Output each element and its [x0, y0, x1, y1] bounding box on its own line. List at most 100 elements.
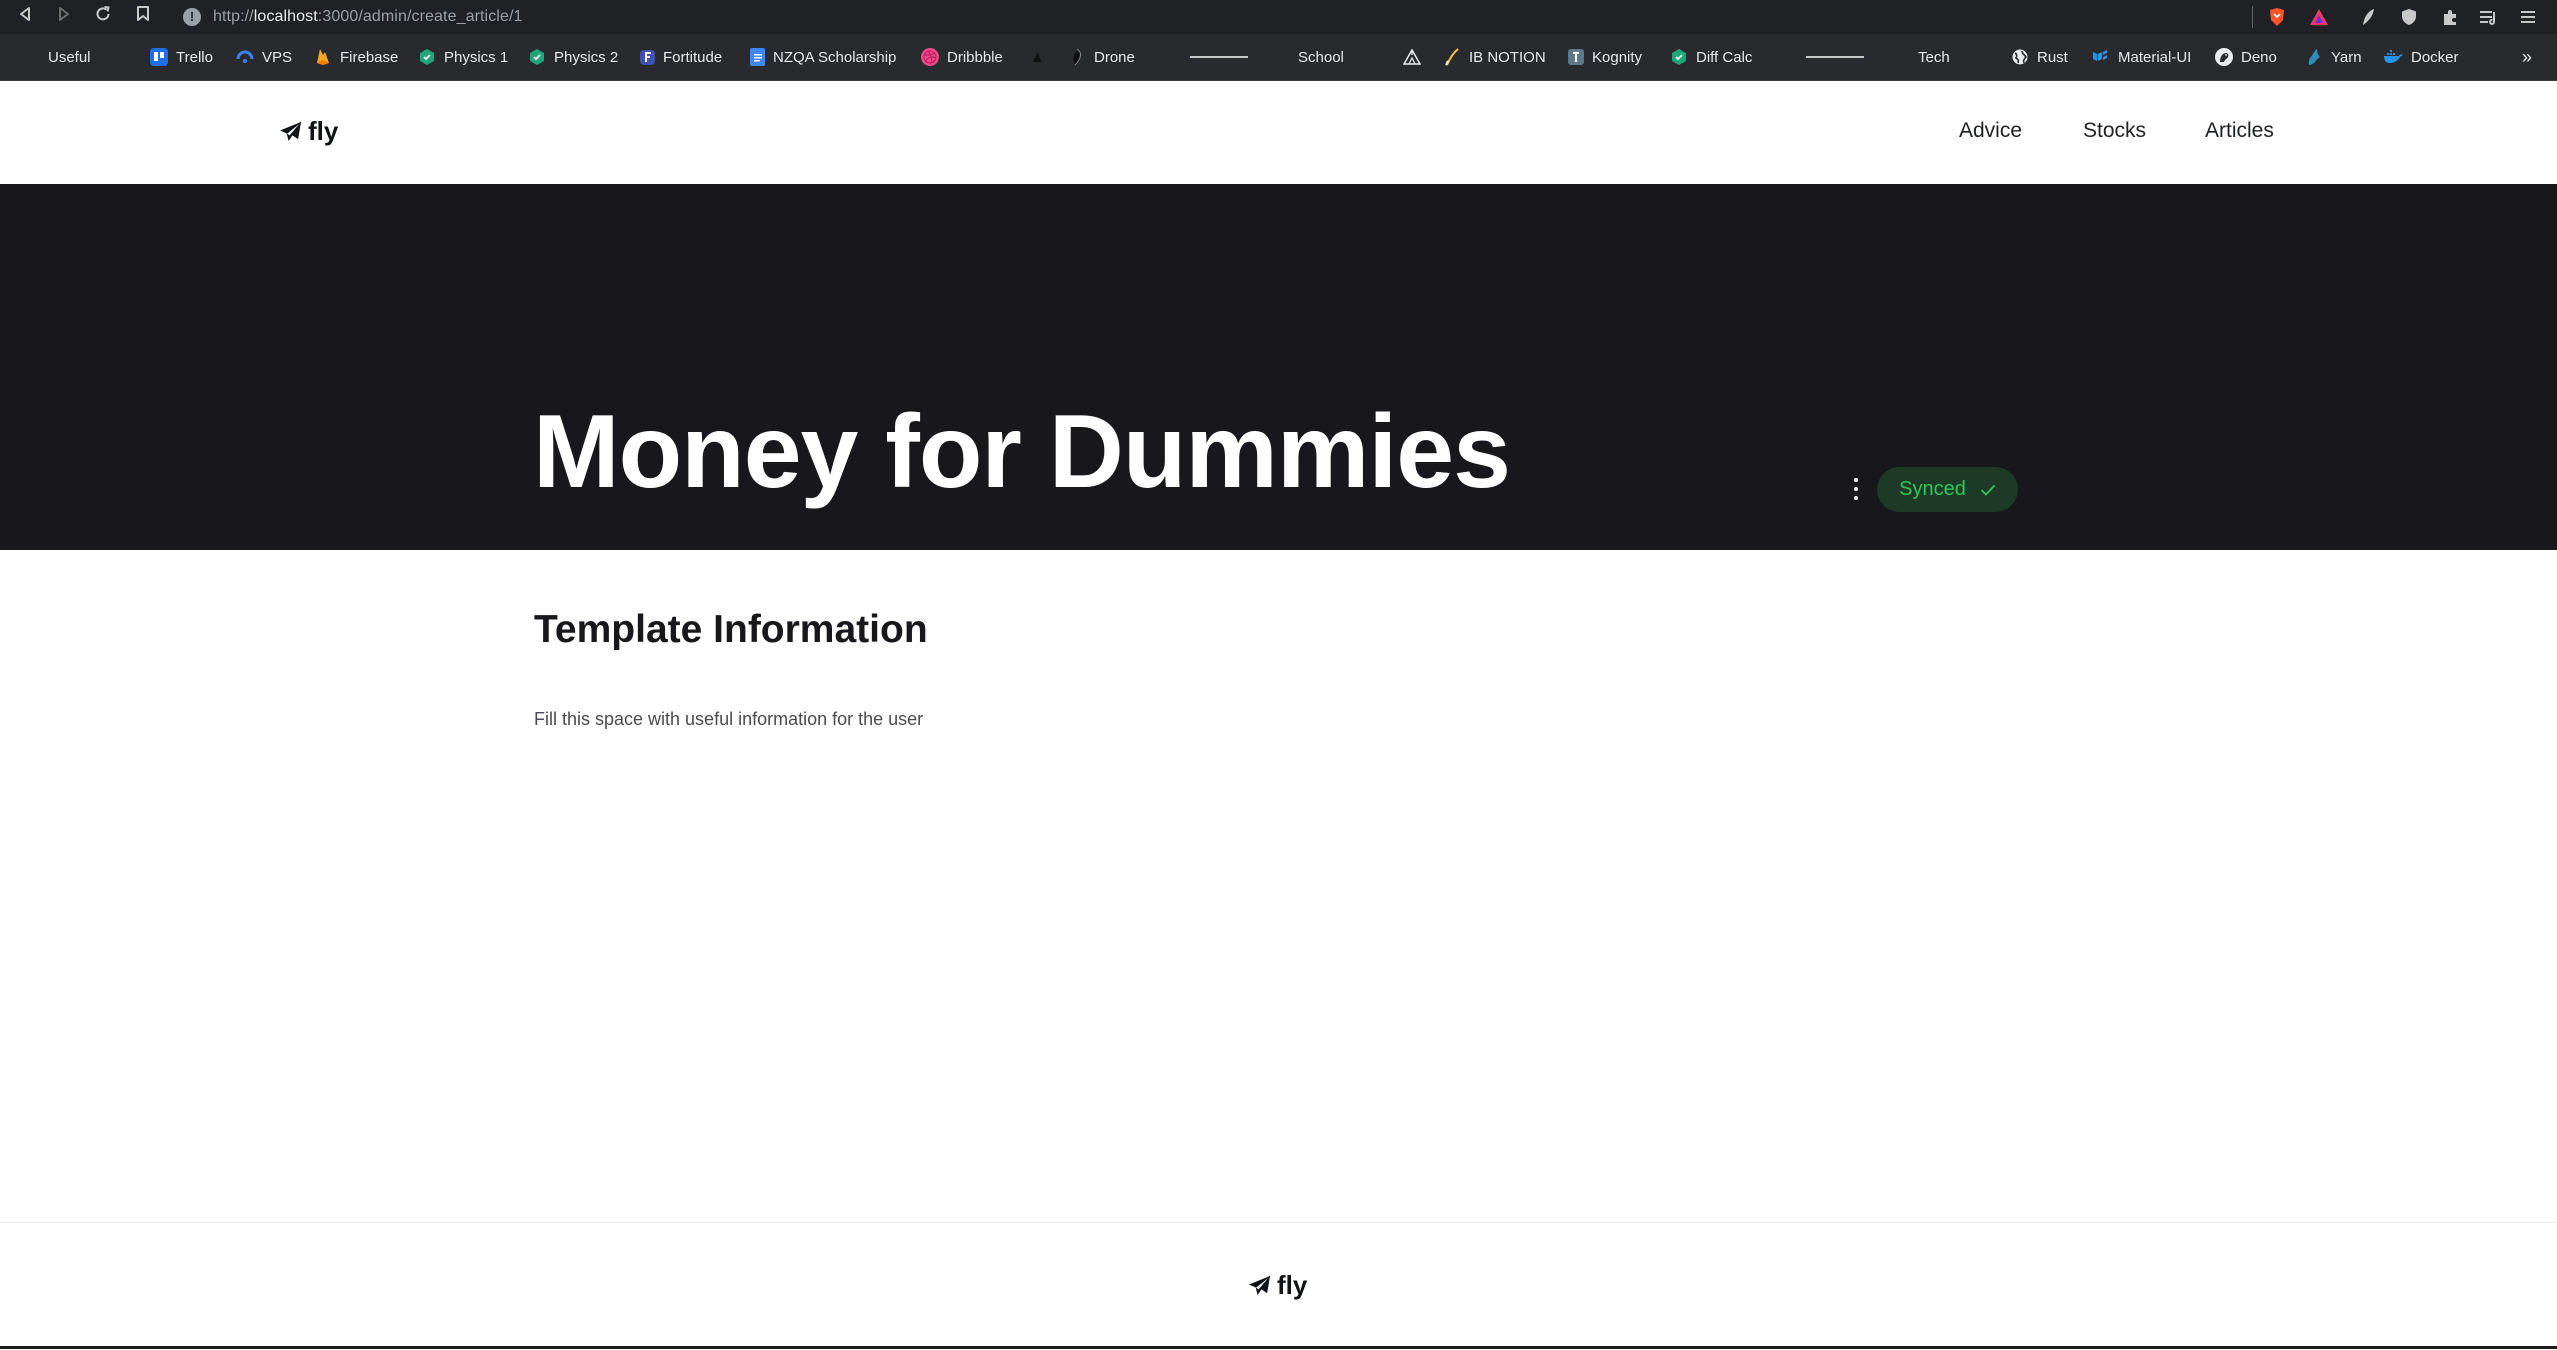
section-title: Template Information: [534, 608, 928, 651]
dribbble-icon: [921, 48, 939, 66]
back-button[interactable]: [13, 5, 37, 29]
material-ui-icon: [2092, 48, 2110, 66]
forward-arrow-icon: [59, 7, 69, 21]
nav-link-articles[interactable]: Articles: [2205, 119, 2274, 143]
logo-text: fly: [308, 116, 339, 146]
forward-button[interactable]: [52, 5, 76, 29]
bookmark-label: Material-UI: [2118, 48, 2192, 66]
bookmark-icon: [137, 6, 149, 21]
bookmark-label: Fortitude: [663, 48, 723, 66]
bookmark-deno[interactable]: Deno: [2215, 34, 2277, 80]
bookmark-nzqa-scholarship[interactable]: NZQA Scholarship: [750, 34, 896, 80]
bookmark-drone[interactable]: Drone: [1068, 34, 1135, 80]
bookmark-physics-2[interactable]: Physics 2: [528, 34, 618, 80]
url-host: localhost: [253, 8, 318, 25]
bookmark-folder-tech[interactable]: Tech: [1918, 34, 1950, 80]
bookmark-label: Physics 2: [554, 48, 619, 66]
brave-rewards-icon[interactable]: [2309, 7, 2329, 27]
firebase-icon: [314, 48, 332, 66]
trello-icon: [150, 48, 168, 66]
paper-plane-icon: [1249, 1275, 1271, 1296]
browser-toolbar: ! http://localhost:3000/admin/create_art…: [0, 0, 2557, 34]
url-prefix: http://: [213, 8, 254, 25]
bookmark-fortitude[interactable]: Fortitude: [640, 34, 722, 80]
site-header: [0, 81, 2557, 184]
bookmark-label: VPS: [262, 48, 293, 66]
bookmark-label: School: [1298, 48, 1344, 66]
vps-icon: [236, 48, 254, 66]
reload-button[interactable]: [91, 5, 115, 29]
bookmark-yarn[interactable]: Yarn: [2305, 34, 2362, 80]
url-path: :3000/admin/create_article/1: [317, 8, 523, 25]
kognity-icon: [1568, 49, 1584, 65]
notion-icon: [1443, 48, 1461, 66]
sync-status-label: Synced: [1899, 478, 1966, 500]
bookmark-unnamed[interactable]: [1028, 34, 1046, 80]
globe-icon: [2011, 48, 2029, 66]
bookmarks-overflow-button[interactable]: »: [2522, 34, 2532, 80]
bookmark-folder-useful[interactable]: Useful: [48, 34, 91, 80]
bookmark-label: Docker: [2411, 48, 2459, 66]
bookmark-firebase[interactable]: Firebase: [314, 34, 398, 80]
toolbar-divider: [2252, 6, 2253, 28]
bookmark-separator-line: [1806, 56, 1864, 58]
bookmark-ib-notion[interactable]: IB NOTION: [1443, 34, 1546, 80]
paper-plane-icon: [280, 121, 302, 142]
bookmark-label: Kognity: [1592, 48, 1643, 66]
bookmark-docker[interactable]: Docker: [2383, 34, 2459, 80]
bookmark-dribbble[interactable]: Dribbble: [921, 34, 1003, 80]
bookmark-physics-1[interactable]: Physics 1: [418, 34, 508, 80]
sail-icon: [1028, 48, 1046, 66]
bookmark-diff-calc[interactable]: Diff Calc: [1670, 34, 1752, 80]
bookmark-kognity[interactable]: Kognity: [1568, 34, 1642, 80]
reload-icon: [96, 6, 110, 21]
brave-shields-icon[interactable]: [2267, 7, 2287, 27]
docs-icon: [750, 48, 765, 66]
bookmark-rust[interactable]: Rust: [2011, 34, 2068, 80]
extension-feather-icon[interactable]: [2358, 7, 2378, 27]
bookmark-label: Dribbble: [947, 48, 1003, 66]
footer-logo[interactable]: fly: [1248, 1270, 1307, 1301]
bookmark-label: Drone: [1094, 48, 1135, 66]
bookmark-label: Yarn: [2331, 48, 2362, 66]
bookmarks-bar: Useful Trello VPS Firebase Physics 1 Phy…: [0, 34, 2557, 81]
bookmark-page-button[interactable]: [131, 5, 155, 29]
deno-icon: [2215, 48, 2233, 66]
media-queue-icon[interactable]: [2479, 7, 2499, 27]
bookmark-vps[interactable]: VPS: [236, 34, 292, 80]
checkmark-icon: [1980, 484, 1996, 496]
section-body[interactable]: Fill this space with useful information …: [534, 707, 923, 731]
extensions-puzzle-icon[interactable]: [2440, 7, 2460, 27]
bookmark-folder-school[interactable]: School: [1298, 34, 1344, 80]
bookmark-material-ui[interactable]: Material-UI: [2092, 34, 2191, 80]
sync-status-badge: Synced: [1877, 467, 2018, 512]
bookmark-label: Trello: [176, 48, 213, 66]
bookmark-trello[interactable]: Trello: [150, 34, 213, 80]
article-title[interactable]: Money for Dummies: [533, 392, 1511, 512]
bookmark-label: Firebase: [340, 48, 399, 66]
yarn-icon: [2305, 48, 2323, 66]
url-text[interactable]: http://localhost:3000/admin/create_artic…: [213, 8, 523, 26]
nav-link-advice[interactable]: Advice: [1959, 119, 2022, 143]
footer-logo-text: fly: [1277, 1270, 1308, 1300]
physics-icon: [418, 48, 436, 66]
bookmark-label: Tech: [1918, 48, 1950, 66]
bookmark-label: IB NOTION: [1469, 48, 1546, 66]
bookmark-separator-line: [1190, 56, 1248, 58]
more-options-icon[interactable]: [1846, 478, 1866, 500]
site-logo[interactable]: fly: [279, 116, 338, 147]
bookmark-label: Diff Calc: [1696, 48, 1753, 66]
bookmark-label: Useful: [48, 48, 91, 66]
bookmark-unnamed-2[interactable]: [1403, 34, 1421, 80]
physics-icon: [528, 48, 546, 66]
nav-link-stocks[interactable]: Stocks: [2083, 119, 2146, 143]
triangle-stripes-icon: [1403, 48, 1421, 66]
docker-icon: [2383, 48, 2403, 66]
bookmark-label: Physics 1: [444, 48, 509, 66]
extension-shield-icon[interactable]: [2399, 7, 2419, 27]
bookmark-label: Deno: [2241, 48, 2277, 66]
browser-menu-icon[interactable]: [2518, 7, 2538, 27]
drone-icon: [1068, 48, 1086, 66]
site-info-icon[interactable]: !: [183, 8, 201, 26]
bookmark-label: Rust: [2037, 48, 2068, 66]
